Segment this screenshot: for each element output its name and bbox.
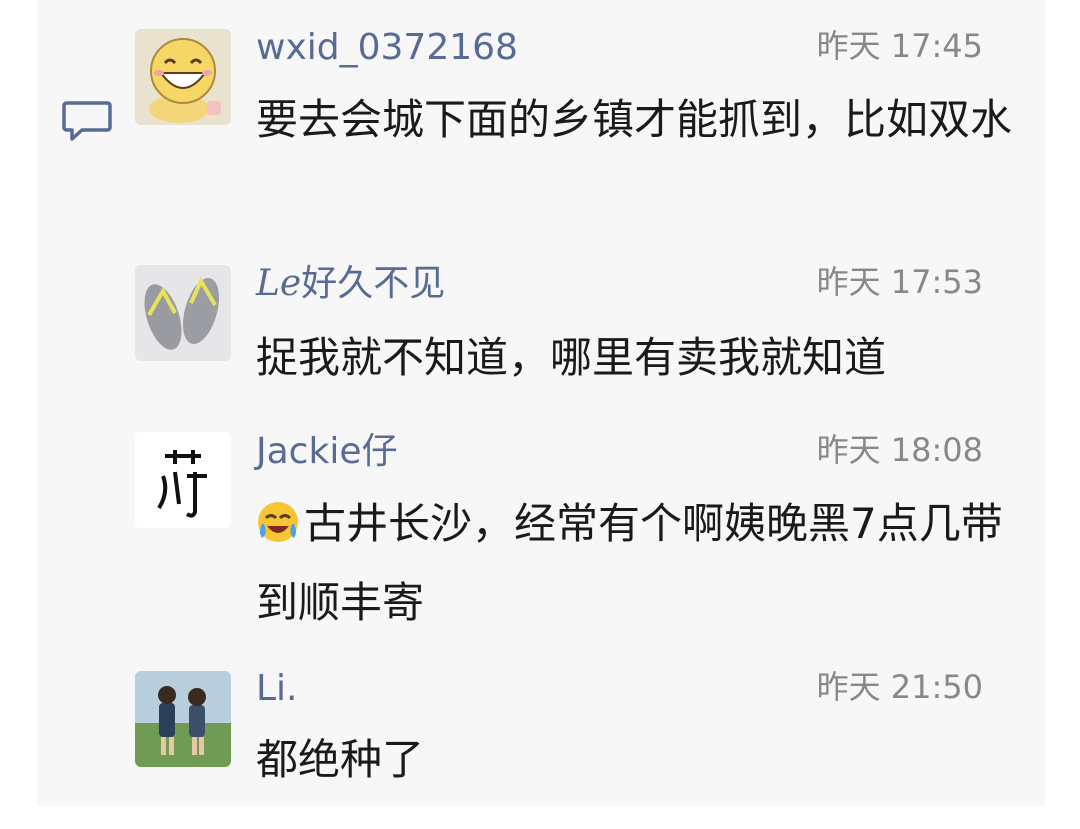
- comment-time: 昨天 21:50: [816, 668, 983, 706]
- commenter-name[interactable]: Li.: [256, 667, 298, 711]
- laughing-cartoon-avatar[interactable]: [135, 29, 231, 125]
- comment-text: 捉我就不知道，哪里有卖我就知道: [256, 333, 887, 382]
- slippers-photo-avatar[interactable]: [135, 265, 231, 361]
- name-prefix-logo: Le: [256, 263, 302, 304]
- crying-laughing-emoji: [258, 502, 298, 542]
- comment-time: 昨天 18:08: [816, 431, 983, 469]
- comment-text: 都绝种了: [256, 735, 425, 784]
- commenter-name[interactable]: Le好久不见: [256, 262, 445, 306]
- calligraphy-avatar[interactable]: [135, 432, 231, 528]
- comment-text: 要去会城下面的乡镇才能抓到，比如双水: [256, 95, 1013, 144]
- comment-bubble-icon[interactable]: [62, 100, 112, 142]
- anime-couple-avatar[interactable]: [135, 671, 231, 767]
- comment-time: 昨天 17:53: [816, 263, 983, 301]
- comment-time: 昨天 17:45: [816, 27, 983, 65]
- comment-text: 古井长沙，经常有个啊姨晚黑7点几带到顺丰寄: [256, 499, 1003, 627]
- commenter-name[interactable]: Jackie仔: [256, 430, 397, 474]
- commenter-name[interactable]: wxid_0372168: [256, 26, 518, 70]
